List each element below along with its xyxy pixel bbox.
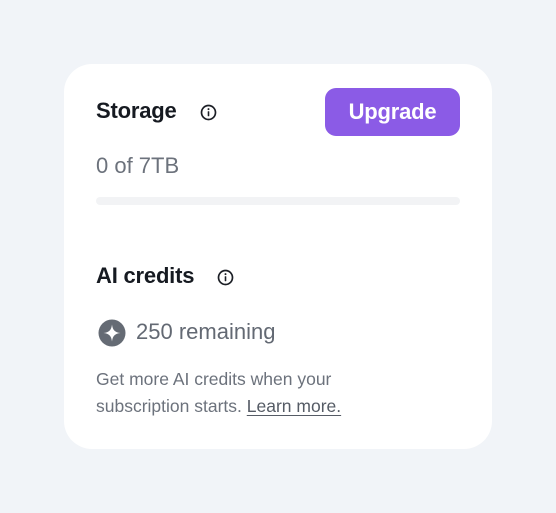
upgrade-button[interactable]: Upgrade [325, 88, 460, 136]
credits-remaining-text: 250 remaining [136, 319, 276, 344]
storage-title: Storage [96, 98, 177, 123]
sparkle-icon [98, 319, 126, 347]
storage-info-icon[interactable] [200, 104, 217, 121]
storage-usage-text: 0 of 7TB [96, 153, 180, 178]
storage-progress-bar [96, 197, 460, 205]
learn-more-link[interactable]: Learn more. [247, 396, 341, 416]
credits-description: Get more AI credits when your subscripti… [96, 366, 426, 420]
ai-credits-title: AI credits [96, 263, 195, 288]
ai-credits-info-icon[interactable] [217, 269, 234, 286]
storage-credits-card: Storage Upgrade 0 of 7TB AI credits 250 … [64, 64, 492, 449]
